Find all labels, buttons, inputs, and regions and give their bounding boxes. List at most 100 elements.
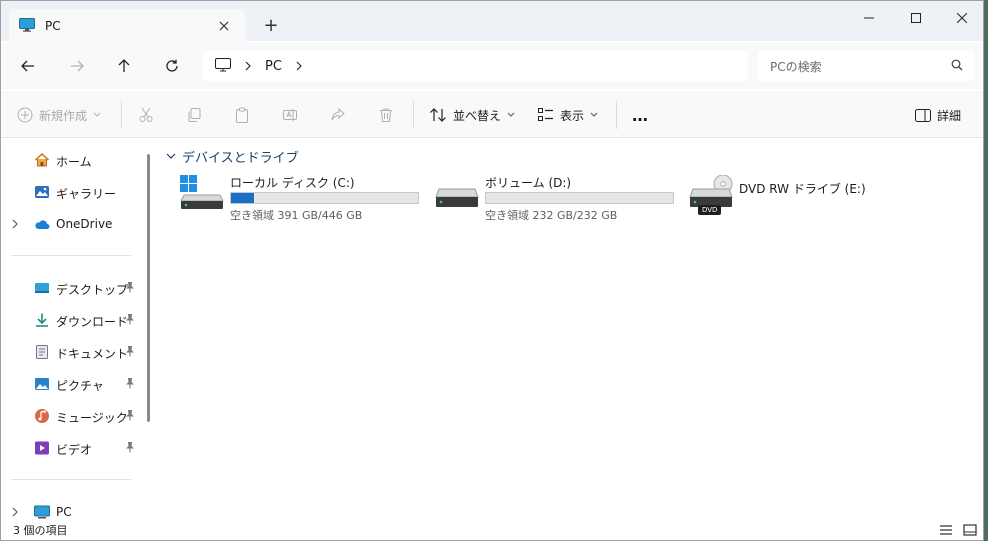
dvd-drive-icon <box>689 174 733 224</box>
delete-button[interactable] <box>378 101 394 129</box>
drive-usage-bar <box>485 192 674 204</box>
title-bar: PC + <box>1 1 983 43</box>
pin-icon[interactable] <box>125 377 135 392</box>
refresh-icon <box>166 59 178 72</box>
status-bar: 3 個の項目 <box>1 519 983 540</box>
back-button[interactable] <box>13 52 43 80</box>
details-pane-button[interactable]: 詳細 <box>915 101 961 129</box>
search-input[interactable]: PCの検索 <box>758 51 975 81</box>
share-icon <box>331 107 345 121</box>
sidebar-item-label: ダウンロード <box>56 315 129 329</box>
hard-drive-icon <box>435 175 479 214</box>
close-tab-icon[interactable] <box>213 15 235 37</box>
minimize-icon <box>864 17 874 19</box>
details-view-button[interactable] <box>937 522 955 538</box>
drive-free-space: 空き領域 391 GB/446 GB <box>230 209 363 222</box>
breadcrumb-pc[interactable]: PC <box>265 59 282 74</box>
windows-drive-icon <box>180 175 224 214</box>
command-bar: 新規作成 並べ替え 表示 … 詳細 <box>1 91 983 138</box>
sidebar-item-label: ビデオ <box>56 443 93 457</box>
drive-d[interactable]: ボリューム (D:) 空き領域 232 GB/232 GB <box>435 173 685 222</box>
tab-pc[interactable]: PC <box>9 9 245 43</box>
onedrive-icon <box>34 216 50 232</box>
gallery-icon <box>34 184 50 200</box>
documents-icon <box>34 344 50 360</box>
sidebar-divider <box>11 479 131 480</box>
desktop-background <box>984 0 988 541</box>
search-icon <box>951 59 963 74</box>
trash-icon <box>380 108 392 122</box>
sidebar-item-label: ギャラリー <box>56 187 117 201</box>
chevron-right-icon <box>245 61 251 71</box>
more-options-button[interactable]: … <box>632 101 649 129</box>
sidebar-item-label: OneDrive <box>56 217 113 231</box>
arrow-right-icon <box>71 60 84 72</box>
sidebar-item-music[interactable]: ミュージック <box>1 403 147 429</box>
toolbar-divider <box>413 101 414 129</box>
sidebar-scrollbar[interactable] <box>147 154 150 422</box>
sidebar-item-label: ミュージック <box>56 411 128 425</box>
drive-usage-fill <box>231 193 254 203</box>
rename-button[interactable] <box>282 101 298 129</box>
sidebar-item-label: デスクトップ <box>56 283 129 297</box>
sidebar-item-documents[interactable]: ドキュメント <box>1 339 147 365</box>
sidebar-item-label: ホーム <box>56 155 92 169</box>
chevron-right-icon[interactable] <box>12 218 18 232</box>
up-button[interactable] <box>109 52 139 80</box>
chevron-down-icon <box>93 112 101 117</box>
home-icon <box>34 152 50 168</box>
address-bar[interactable]: PC <box>203 51 748 81</box>
pin-icon[interactable] <box>125 281 135 296</box>
sidebar-item-onedrive[interactable]: OneDrive <box>1 211 147 237</box>
sidebar-item-gallery[interactable]: ギャラリー <box>1 179 147 205</box>
chevron-right-icon[interactable] <box>12 506 18 520</box>
details-view-icon <box>940 525 952 535</box>
tiles-view-icon <box>963 524 977 536</box>
share-button[interactable] <box>330 101 346 129</box>
pin-icon[interactable] <box>125 345 135 360</box>
sidebar-item-desktop[interactable]: デスクトップ <box>1 275 147 301</box>
sidebar-item-downloads[interactable]: ダウンロード <box>1 307 147 333</box>
sidebar-item-pictures[interactable]: ピクチャ <box>1 371 147 397</box>
sidebar-item-label: ドキュメント <box>56 347 129 361</box>
music-icon <box>34 408 50 424</box>
close-window-button[interactable] <box>939 1 983 35</box>
new-button[interactable]: 新規作成 <box>17 101 101 129</box>
drive-c[interactable]: ローカル ディスク (C:) 空き領域 391 GB/446 GB <box>180 173 430 222</box>
copy-button[interactable] <box>186 101 202 129</box>
details-label: 詳細 <box>937 108 962 123</box>
maximize-button[interactable] <box>893 1 939 35</box>
cut-button[interactable] <box>138 101 154 129</box>
forward-button[interactable] <box>62 52 92 80</box>
new-tab-button[interactable]: + <box>259 13 283 37</box>
sidebar-item-label: ピクチャ <box>56 379 104 393</box>
group-header-devices[interactable]: デバイスとドライブ <box>166 147 299 166</box>
pictures-icon <box>34 376 50 392</box>
chevron-down-icon <box>166 153 176 159</box>
sidebar-item-label: PC <box>56 505 72 519</box>
pin-icon[interactable] <box>125 313 135 328</box>
drive-name: DVD RW ドライブ (E:) <box>739 182 866 196</box>
paste-button[interactable] <box>234 101 250 129</box>
tab-title: PC <box>45 19 61 33</box>
tiles-view-button[interactable] <box>961 522 979 538</box>
content-area: デバイスとドライブ ローカル ディスク (C:) 空き領域 391 GB/446… <box>158 139 983 519</box>
navigation-pane: ホーム ギャラリー OneDrive デスクトップ ダウンロード ドキュメント … <box>1 139 157 519</box>
sidebar-item-videos[interactable]: ビデオ <box>1 435 147 461</box>
pin-icon[interactable] <box>125 409 135 424</box>
close-icon <box>957 13 967 23</box>
refresh-button[interactable] <box>157 52 187 80</box>
sort-button[interactable]: 並べ替え <box>429 101 515 129</box>
arrow-left-icon <box>21 60 34 72</box>
chevron-right-icon[interactable] <box>296 61 302 71</box>
drive-e[interactable]: DVD DVD RW ドライブ (E:) <box>689 173 869 221</box>
monitor-icon <box>19 17 35 35</box>
rename-icon <box>283 109 297 121</box>
view-button[interactable]: 表示 <box>538 101 598 129</box>
monitor-icon <box>215 57 231 75</box>
minimize-button[interactable] <box>846 1 892 35</box>
sidebar-item-home[interactable]: ホーム <box>1 147 147 173</box>
sort-icon <box>430 108 446 122</box>
pin-icon[interactable] <box>125 441 135 456</box>
drive-free-space: 空き領域 232 GB/232 GB <box>485 209 618 222</box>
